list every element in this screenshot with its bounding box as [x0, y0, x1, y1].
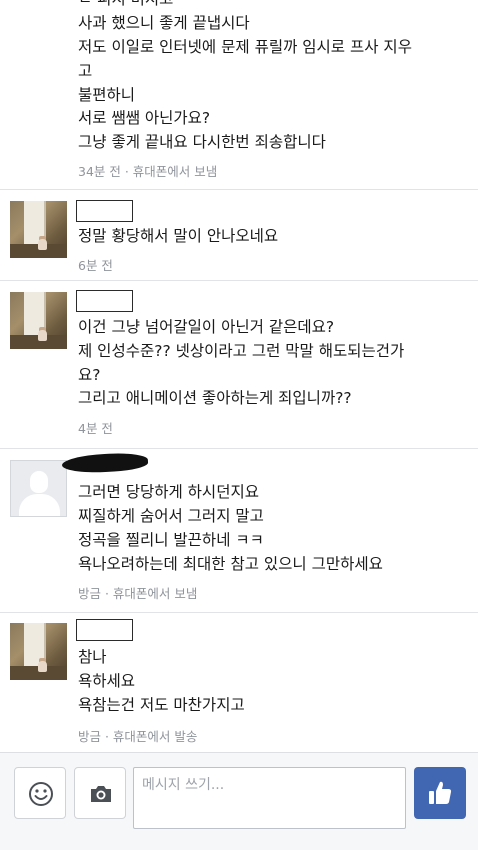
message-line: 욕참는건 저도 마찬가지고 [78, 696, 245, 714]
message-line: 참나 [78, 648, 107, 666]
message-line: 그냥 좋게 끝내요 다시한번 죄송합니다 [78, 133, 326, 151]
message-timestamp: 방금 · 휴대폰에서 발송 [78, 729, 198, 744]
message-line: 서로 쌤쌤 아닌가요? [78, 109, 211, 127]
message-timestamp: 34분 전 · 휴대폰에서 보냄 [78, 164, 218, 179]
message-line: 정말 황당해서 말이 안나오네요 [78, 227, 279, 245]
avatar[interactable] [10, 623, 67, 680]
camera-button[interactable] [74, 767, 126, 819]
message-line: 저도 이일로 인터넷에 문제 퓨릴까 임시로 프사 지우 [78, 38, 412, 56]
redacted-name [76, 290, 133, 312]
message-line: ㄴ 피지 미지고 [78, 0, 173, 10]
redacted-name [61, 451, 149, 475]
message-timestamp: 6분 전 [78, 258, 113, 273]
avatar-placeholder[interactable] [10, 460, 67, 517]
message-line: 그러면 당당하게 하시던지요 [78, 483, 259, 501]
message-input[interactable] [133, 767, 406, 829]
message-line: 정곡을 찔리니 발끈하네 ㅋㅋ [78, 531, 264, 549]
message-1: ㄴ 피지 미지고 사과 했으니 좋게 끝냅시다 저도 이일로 인터넷에 문제 퓨… [0, 0, 478, 190]
message-line: 욕하세요 [78, 672, 136, 690]
message-timestamp: 4분 전 [78, 421, 113, 436]
message-composer [0, 752, 478, 850]
message-line: 요? [78, 366, 101, 384]
message-line: 그리고 애니메이션 좋아하는게 죄입니까?? [78, 389, 352, 407]
avatar[interactable] [10, 201, 67, 258]
message-2: 정말 황당해서 말이 안나오네요 6분 전 [0, 190, 478, 280]
message-line: 욕나오려하는데 최대한 참고 있으니 그만하세요 [78, 555, 383, 573]
redacted-name [76, 619, 133, 641]
redacted-name [76, 200, 133, 222]
message-line: 제 인성수준?? 넷상이라고 그런 막말 해도되는건가 [78, 342, 405, 360]
message-line: 고 [78, 62, 93, 80]
like-button[interactable] [414, 767, 466, 819]
message-line: 불편하니 [78, 86, 136, 104]
message-3: 이건 그냥 넘어갈일이 아닌거 같은데요? 제 인성수준?? 넷상이라고 그런 … [0, 281, 478, 448]
message-thread[interactable]: ㄴ 피지 미지고 사과 했으니 좋게 끝냅시다 저도 이일로 인터넷에 문제 퓨… [0, 0, 478, 752]
message-line: 찌질하게 숨어서 그러지 말고 [78, 507, 264, 525]
emoji-button[interactable] [14, 767, 66, 819]
avatar[interactable] [10, 292, 67, 349]
message-5: 참나 욕하세요 욕참는건 저도 마찬가지고 방금 · 휴대폰에서 발송 [0, 613, 478, 752]
message-line: 사과 했으니 좋게 끝냅시다 [78, 14, 250, 32]
message-timestamp: 방금 · 휴대폰에서 보냄 [78, 586, 198, 601]
message-4: 그러면 당당하게 하시던지요 찌질하게 숨어서 그러지 말고 정곡을 찔리니 발… [0, 449, 478, 612]
message-line: 이건 그냥 넘어갈일이 아닌거 같은데요? [78, 318, 335, 336]
